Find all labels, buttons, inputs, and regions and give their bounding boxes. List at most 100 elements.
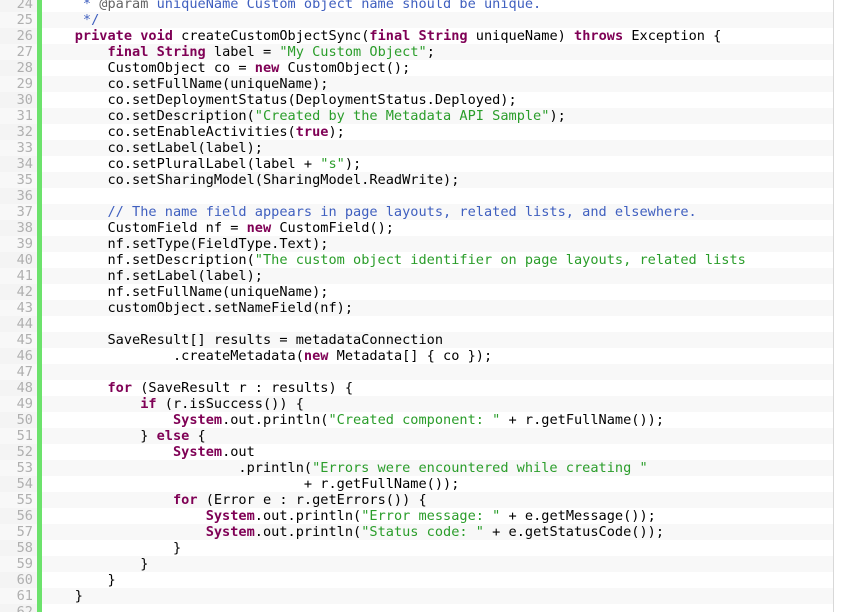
line-number: 27	[0, 44, 37, 60]
code-token: System	[205, 508, 255, 524]
code-token: private	[74, 28, 133, 44]
code-token: throws	[574, 28, 624, 44]
code-token: String	[418, 28, 468, 44]
code-token: for	[172, 492, 198, 508]
line-number: 33	[0, 140, 37, 156]
code-token: co.setSharingModel(SharingModel.ReadWrit…	[42, 172, 460, 188]
code-token: final	[107, 44, 149, 60]
code-token: co.setLabel(label);	[42, 140, 263, 156]
code-line: co.setFullName(uniqueName);	[42, 76, 833, 92]
line-number: 61	[0, 588, 37, 604]
line-number: 29	[0, 76, 37, 92]
code-token: }	[42, 572, 116, 588]
code-token: nf.setType(FieldType.Text);	[42, 236, 329, 252]
code-token: @param	[99, 0, 149, 12]
line-number: 37	[0, 204, 37, 220]
code-line: SaveResult[] results = metadataConnectio…	[42, 332, 833, 348]
line-number: 58	[16, 540, 33, 556]
code-token: .out.println(	[222, 412, 329, 428]
code-token: "Errors were encountered while creating …	[312, 460, 648, 476]
line-number: 41	[0, 268, 37, 284]
code-token: );	[328, 124, 345, 140]
code-line: }	[42, 588, 833, 604]
code-line: customObject.setNameField(nf);	[42, 300, 833, 316]
line-number: 42	[16, 284, 33, 300]
line-number: 57	[0, 524, 37, 540]
code-line: private void createCustomObjectSync(fina…	[42, 28, 833, 44]
line-number: 43	[0, 300, 37, 316]
code-token: + r.getFullName());	[500, 412, 665, 428]
code-line: nf.setType(FieldType.Text);	[42, 236, 833, 252]
code-line: }	[42, 572, 833, 588]
code-token: uniqueName Custom object name should be …	[148, 0, 542, 12]
code-token: co.setPluralLabel(label +	[42, 156, 321, 172]
line-number: 32	[16, 124, 33, 140]
code-token: .println(	[42, 460, 313, 476]
code-line: for (SaveResult r : results) {	[42, 380, 833, 396]
code-token: "The custom object identifier on page la…	[254, 252, 746, 268]
code-line: System.out.println("Error message: " + e…	[42, 508, 833, 524]
code-token: CustomObject();	[279, 60, 411, 76]
code-token: label =	[205, 44, 280, 60]
code-token: else	[156, 428, 190, 444]
code-token: CustomField nf =	[42, 220, 247, 236]
code-token: (r.isSuccess()) {	[156, 396, 304, 412]
line-number: 35	[0, 172, 37, 188]
code-token: CustomObject co =	[42, 60, 255, 76]
line-number: 25	[0, 12, 37, 28]
code-token: (SaveResult r : results) {	[132, 380, 354, 396]
code-line: co.setSharingModel(SharingModel.ReadWrit…	[42, 172, 833, 188]
code-token: }	[42, 588, 83, 604]
code-token: "Created component: "	[328, 412, 501, 428]
code-token: + e.getMessage());	[500, 508, 656, 524]
vertical-scrollbar[interactable]	[833, 0, 847, 612]
code-token: "Status code: "	[361, 524, 484, 540]
code-token: .out.println(	[254, 524, 362, 540]
code-token: Metadata[] { co });	[328, 348, 493, 364]
code-token: );	[549, 108, 566, 124]
code-line	[42, 364, 833, 380]
code-token: *	[42, 0, 100, 12]
code-area[interactable]: * @param uniqueName Custom object name s…	[42, 0, 833, 612]
code-token: nf.setDescription(	[42, 252, 255, 268]
code-line: .println("Errors were encountered while …	[42, 460, 833, 476]
code-token: new	[246, 220, 272, 236]
code-line: .createMetadata(new Metadata[] { co });	[42, 348, 833, 364]
line-number: 52	[16, 444, 33, 460]
code-line: co.setEnableActivities(true);	[42, 124, 833, 140]
code-token: ;	[426, 44, 435, 60]
code-token: new	[303, 348, 329, 364]
line-number: 44	[16, 316, 33, 332]
code-token: }	[42, 556, 149, 572]
code-token: .out.println(	[254, 508, 362, 524]
code-token: .createMetadata(	[42, 348, 304, 364]
code-token: (Error e : r.getErrors()) {	[197, 492, 427, 508]
code-token: + r.getFullName());	[42, 476, 460, 492]
code-line: co.setLabel(label);	[42, 140, 833, 156]
code-token: {	[189, 428, 206, 444]
line-number: 46	[16, 348, 33, 364]
code-token: + e.getStatusCode());	[483, 524, 665, 540]
code-line: }	[42, 556, 833, 572]
code-line: nf.setDescription("The custom object ide…	[42, 252, 833, 268]
code-token: */	[42, 12, 100, 28]
code-token: co.setEnableActivities(	[42, 124, 296, 140]
code-line: System.out	[42, 444, 833, 460]
code-line: // The name field appears in page layout…	[42, 204, 833, 220]
code-token: "Error message: "	[361, 508, 501, 524]
line-number: 40	[16, 252, 33, 268]
code-line: CustomObject co = new CustomObject();	[42, 60, 833, 76]
code-token: .out	[222, 444, 255, 460]
